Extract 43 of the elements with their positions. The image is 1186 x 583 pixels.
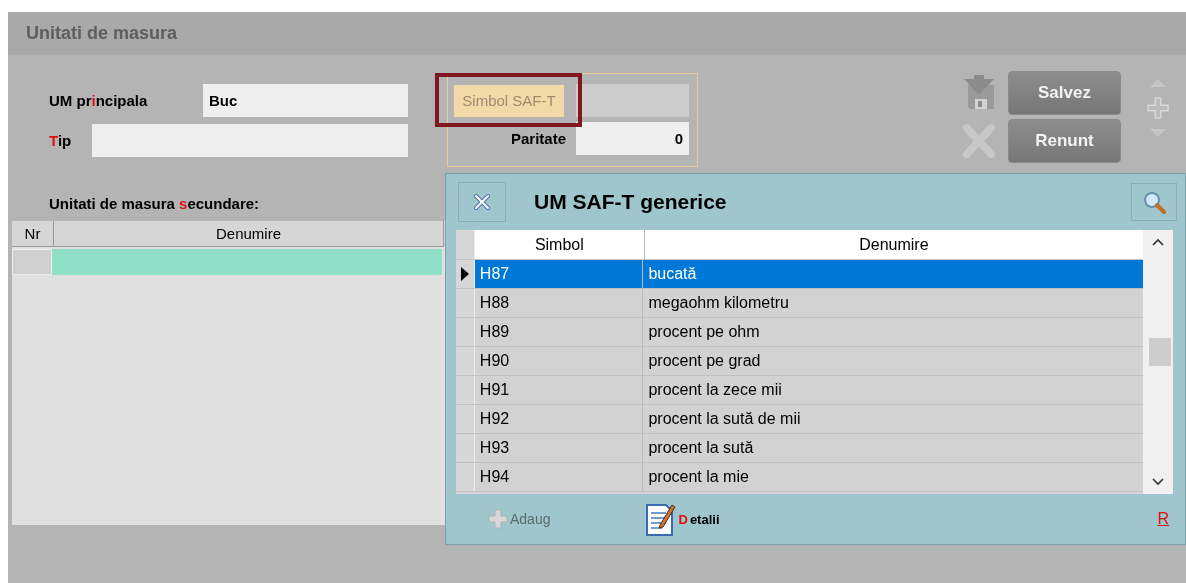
table-cell[interactable]: procent pe grad bbox=[643, 347, 1143, 375]
table-cell[interactable]: H88 bbox=[474, 289, 644, 317]
table-cell[interactable]: procent la sută de mii bbox=[643, 405, 1143, 433]
scrollbar[interactable] bbox=[1143, 230, 1173, 494]
search-button[interactable] bbox=[1131, 183, 1177, 221]
table-cell[interactable]: procent pe ohm bbox=[643, 318, 1143, 346]
table-cell[interactable]: H94 bbox=[474, 463, 644, 491]
table-cell[interactable]: H89 bbox=[474, 318, 644, 346]
input-field[interactable]: 0 bbox=[576, 122, 689, 155]
field-label: Paritate bbox=[510, 130, 566, 147]
table-cell[interactable]: H91 bbox=[474, 376, 644, 404]
section-label: Unitati de masura secundare: bbox=[49, 195, 260, 214]
up-chevron-icon[interactable] bbox=[1152, 238, 1164, 246]
down-chevron-icon[interactable] bbox=[1152, 478, 1164, 486]
search-icon bbox=[1142, 190, 1166, 214]
plus-icon bbox=[488, 509, 508, 529]
scroll-thumb[interactable] bbox=[1149, 338, 1171, 366]
table-cell[interactable]: procent la zece mii bbox=[643, 376, 1143, 404]
close-button[interactable] bbox=[458, 182, 506, 222]
window-title: Unitati de masura bbox=[26, 23, 178, 44]
table-cell[interactable]: bucată bbox=[643, 260, 1143, 288]
column-header[interactable]: Denumire bbox=[54, 221, 444, 247]
dialog-title: UM SAF-T generice bbox=[534, 190, 728, 214]
table-cell[interactable]: H92 bbox=[474, 405, 644, 433]
table-cell[interactable]: procent la sută bbox=[643, 434, 1143, 462]
field-label: UM principala bbox=[49, 92, 149, 109]
plus-icon[interactable] bbox=[1147, 97, 1169, 119]
notepad-pencil-icon bbox=[644, 501, 677, 537]
table-cell[interactable]: megaohm kilometru bbox=[643, 289, 1143, 317]
close-icon bbox=[472, 192, 492, 212]
floppy-disk-icon bbox=[962, 74, 996, 112]
table-cell[interactable]: H90 bbox=[474, 347, 644, 375]
input-field[interactable]: Buc bbox=[203, 84, 408, 117]
table-cell[interactable]: procent la mie bbox=[643, 463, 1143, 491]
table-cell[interactable]: H93 bbox=[474, 434, 644, 462]
grid-corner bbox=[456, 230, 475, 259]
table-cell[interactable]: H87 bbox=[474, 260, 644, 288]
field-label: Tip bbox=[49, 132, 73, 149]
input-field[interactable] bbox=[576, 84, 689, 117]
input-field[interactable] bbox=[92, 124, 408, 157]
column-header[interactable]: Nr bbox=[12, 221, 54, 247]
table-cell[interactable] bbox=[52, 249, 442, 275]
details-button[interactable]: Detalii bbox=[644, 501, 720, 537]
